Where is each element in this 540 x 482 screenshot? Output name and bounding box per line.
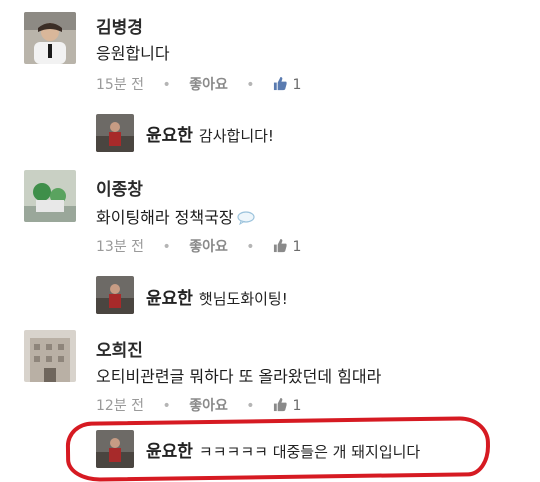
comment-text: 화이팅해라 정책국장 — [96, 204, 255, 229]
thumbs-up-icon — [273, 76, 288, 95]
reply: 윤요한 감사합니다! — [146, 121, 274, 146]
comment-time: 12분 전 — [96, 398, 145, 414]
comment-thread: { "comments": [ { "author": "김병경", "text… — [0, 0, 540, 482]
comment-time: 15분 전 — [96, 77, 145, 93]
speech-bubble-icon — [236, 210, 255, 229]
comment-meta: 12분 전 • 좋아요 • 1 — [96, 395, 301, 416]
like-count: 1 — [292, 398, 302, 414]
avatar-reply[interactable] — [96, 114, 134, 152]
reply-text: 햇님도화이팅! — [198, 290, 288, 308]
thumbs-up-icon — [273, 238, 288, 257]
comment-meta: 13분 전 • 좋아요 • 1 — [96, 236, 301, 257]
separator-dot: • — [246, 239, 255, 255]
reply: 윤요한 햇님도화이팅! — [146, 284, 288, 309]
like-button[interactable]: 좋아요 — [189, 77, 228, 93]
comment-author[interactable]: 김병경 — [96, 13, 143, 38]
reply-author[interactable]: 윤요한 — [146, 442, 193, 462]
reply-text: ㅋㅋㅋㅋㅋ 대중들은 개 돼지입니다 — [198, 443, 421, 461]
reply-text: 감사합니다! — [198, 127, 274, 145]
comment-text-body: 화이팅해라 정책국장 — [96, 208, 234, 227]
like-button[interactable]: 좋아요 — [189, 398, 228, 414]
comment-text: 오티비관련글 뭐하다 또 올라왔던데 힘대라 — [96, 367, 382, 386]
separator-dot: • — [246, 398, 255, 414]
comment-meta: 15분 전 • 좋아요 • 1 — [96, 74, 301, 95]
avatar-reply[interactable] — [96, 430, 134, 468]
avatar-kim[interactable] — [24, 12, 76, 64]
separator-dot: • — [162, 77, 171, 93]
reply: 윤요한 ㅋㅋㅋㅋㅋ 대중들은 개 돼지입니다 — [146, 437, 420, 462]
like-button[interactable]: 좋아요 — [189, 239, 228, 255]
separator-dot: • — [162, 398, 171, 414]
like-count: 1 — [292, 77, 302, 93]
like-count: 1 — [292, 239, 302, 255]
avatar-oh[interactable] — [24, 330, 76, 382]
comment-author[interactable]: 이종창 — [96, 175, 143, 200]
comment-time: 13분 전 — [96, 239, 145, 255]
comment-author[interactable]: 오희진 — [96, 336, 143, 361]
separator-dot: • — [246, 77, 255, 93]
comment-text: 응원합니다 — [96, 44, 170, 63]
thumbs-up-icon — [273, 397, 288, 416]
separator-dot: • — [162, 239, 171, 255]
reply-author[interactable]: 윤요한 — [146, 289, 193, 309]
avatar-lee[interactable] — [24, 170, 76, 222]
avatar-reply[interactable] — [96, 276, 134, 314]
reply-author[interactable]: 윤요한 — [146, 126, 193, 146]
